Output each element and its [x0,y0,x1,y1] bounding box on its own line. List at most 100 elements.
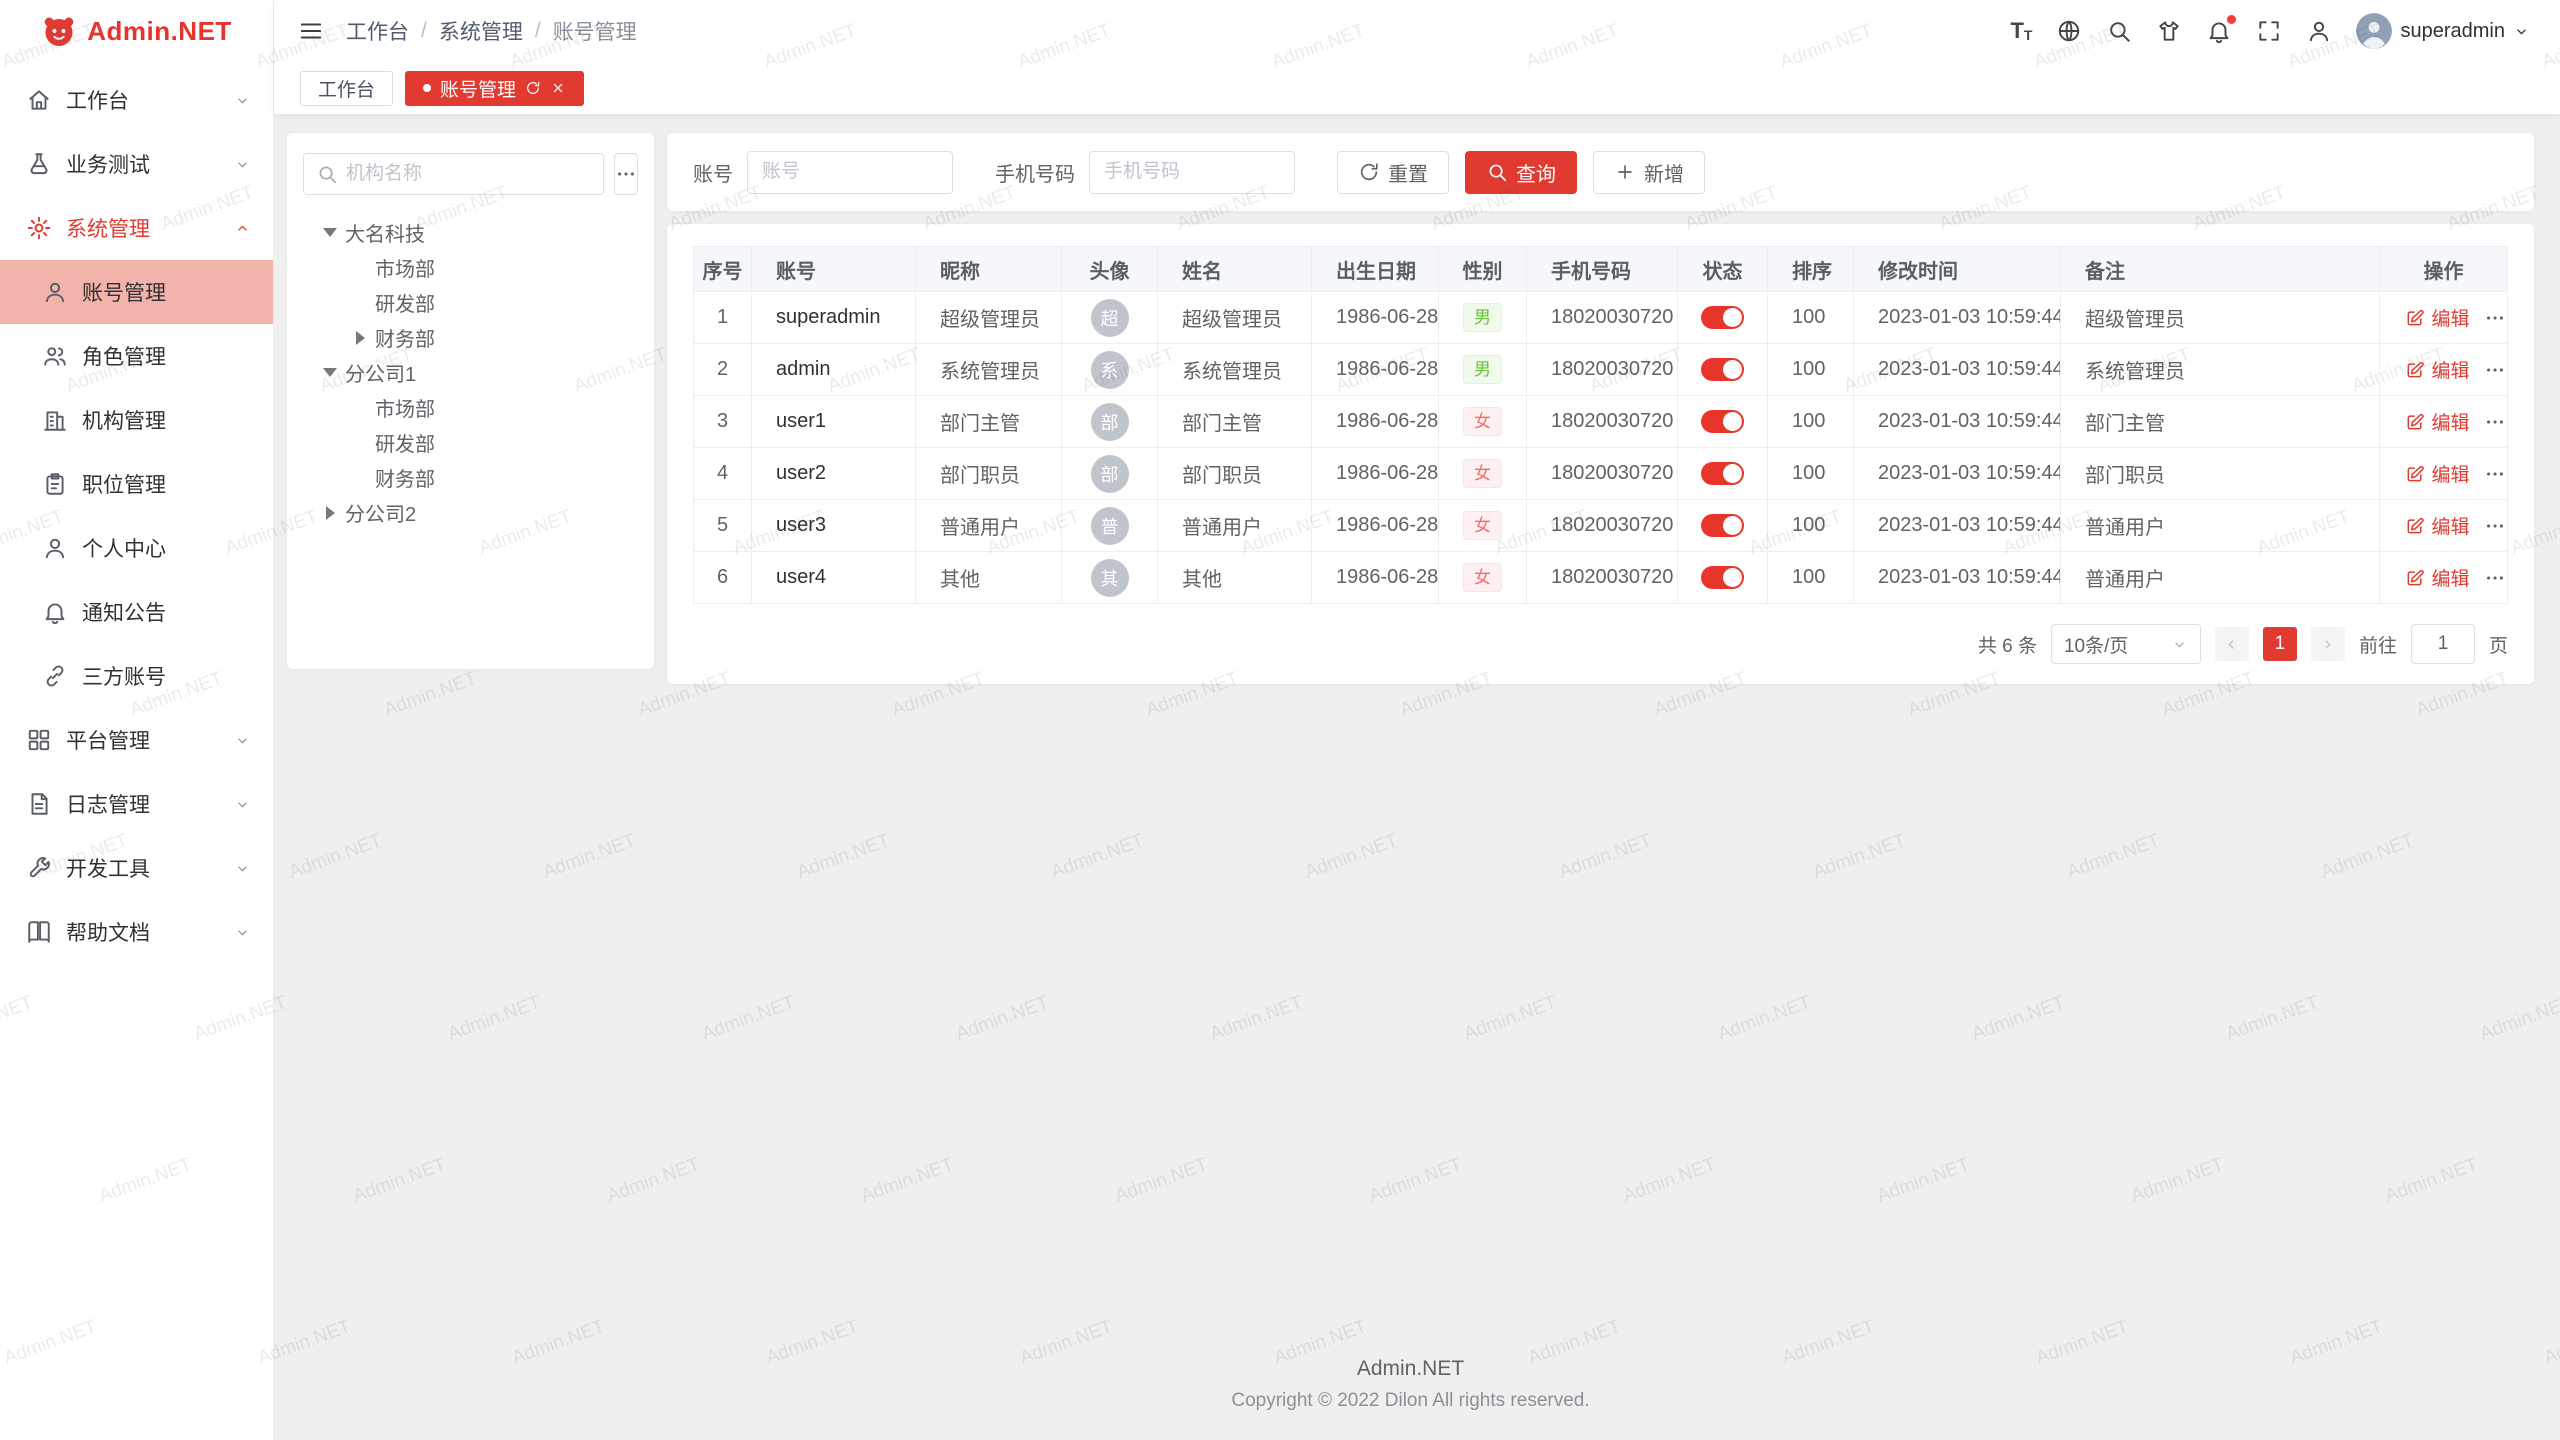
user-menu[interactable]: superadmin [2356,13,2530,49]
tree-node[interactable]: 市场部 [303,250,638,285]
more-icon [615,163,637,185]
more-actions-icon[interactable] [2484,567,2506,589]
status-toggle[interactable] [1701,410,1744,433]
org-search-input[interactable] [346,163,591,185]
edit-icon [2405,516,2425,536]
reset-button[interactable]: 重置 [1337,151,1449,194]
sidebar-item-account-management[interactable]: 账号管理 [0,260,273,324]
cell-name: 其他 [1158,552,1312,604]
status-toggle[interactable] [1701,358,1744,381]
notification-icon[interactable] [2206,18,2232,44]
page-size-select[interactable]: 10条/页 [2051,624,2201,664]
theme-icon[interactable] [2156,18,2182,44]
cell-birth: 1986-06-28 [1312,344,1439,396]
status-toggle[interactable] [1701,306,1744,329]
edit-button[interactable]: 编辑 [2405,512,2469,539]
sidebar-item-org-management[interactable]: 机构管理 [0,388,273,452]
status-toggle[interactable] [1701,462,1744,485]
sidebar-item-notice[interactable]: 通知公告 [0,580,273,644]
layout-user-icon[interactable] [2306,18,2332,44]
cell-index: 2 [694,344,752,396]
menu-collapse-icon[interactable] [298,18,324,44]
search-icon [1486,161,1508,183]
close-icon[interactable] [550,80,566,96]
col-account: 账号 [752,247,916,292]
tree-more-button[interactable] [614,153,638,195]
font-size-icon[interactable]: TT [2010,20,2032,42]
more-actions-icon[interactable] [2484,463,2506,485]
tree-node[interactable]: 财务部 [303,320,638,355]
phone-label: 手机号码 [995,158,1075,187]
sidebar-item-label: 开发工具 [66,853,234,883]
tree-node[interactable]: 研发部 [303,285,638,320]
more-actions-icon[interactable] [2484,515,2506,537]
tree-node[interactable]: 财务部 [303,460,638,495]
chevron-down-icon [234,924,251,941]
edit-button[interactable]: 编辑 [2405,408,2469,435]
row-avatar: 部 [1091,455,1129,493]
cell-avatar: 其 [1062,552,1158,604]
caret-right-icon[interactable] [349,331,371,345]
tree-node[interactable]: 大名科技 [303,215,638,250]
next-page-button[interactable] [2311,627,2345,661]
more-actions-icon[interactable] [2484,307,2506,329]
status-toggle[interactable] [1701,566,1744,589]
sidebar-item-workbench[interactable]: 工作台 [0,68,273,132]
search-button[interactable]: 查询 [1465,151,1577,194]
tree-node[interactable]: 研发部 [303,425,638,460]
fullscreen-icon[interactable] [2256,18,2282,44]
cell-index: 4 [694,448,752,500]
tree-node[interactable]: 分公司2 [303,495,638,530]
page-button-1[interactable]: 1 [2263,627,2297,661]
sidebar-item-system-management[interactable]: 系统管理 [0,196,273,260]
edit-button[interactable]: 编辑 [2405,460,2469,487]
prev-page-button[interactable] [2215,627,2249,661]
logo[interactable]: Admin.NET [0,0,273,62]
caret-right-icon[interactable] [319,506,341,520]
tree-node[interactable]: 市场部 [303,390,638,425]
caret-down-icon[interactable] [319,368,341,377]
tab-workbench[interactable]: 工作台 [300,71,393,106]
phone-input[interactable] [1089,151,1295,194]
row-avatar: 超 [1091,299,1129,337]
edit-button[interactable]: 编辑 [2405,564,2469,591]
breadcrumb-item[interactable]: 系统管理 [439,16,523,46]
refresh-icon[interactable] [525,80,541,96]
search-icon[interactable] [2106,18,2132,44]
sidebar-item-business-test[interactable]: 业务测试 [0,132,273,196]
more-actions-icon[interactable] [2484,411,2506,433]
sidebar-item-platform-management[interactable]: 平台管理 [0,708,273,772]
sidebar-item-position-management[interactable]: 职位管理 [0,452,273,516]
edit-button[interactable]: 编辑 [2405,356,2469,383]
tab-label: 账号管理 [440,75,516,102]
tree-node[interactable]: 分公司1 [303,355,638,390]
gender-tag: 女 [1463,563,1502,593]
caret-down-icon[interactable] [319,228,341,237]
language-icon[interactable] [2056,18,2082,44]
grid-icon [26,727,52,753]
sidebar-item-profile-center[interactable]: 个人中心 [0,516,273,580]
footer-copyright: Copyright © 2022 Dilon All rights reserv… [287,1390,2534,1412]
sidebar-item-help-docs[interactable]: 帮助文档 [0,900,273,964]
building-icon [42,407,68,433]
status-toggle[interactable] [1701,514,1744,537]
account-input[interactable] [747,151,953,194]
sidebar-item-dev-tools[interactable]: 开发工具 [0,836,273,900]
person-icon [42,535,68,561]
sidebar-item-role-management[interactable]: 角色管理 [0,324,273,388]
active-dot [423,84,431,92]
cell-name: 普通用户 [1158,500,1312,552]
sidebar-item-log-management[interactable]: 日志管理 [0,772,273,836]
cell-remark: 部门职员 [2061,448,2380,500]
goto-page-input[interactable] [2411,624,2475,664]
breadcrumb-item[interactable]: 工作台 [346,16,409,46]
more-actions-icon[interactable] [2484,359,2506,381]
breadcrumb-separator: / [421,19,427,43]
edit-button[interactable]: 编辑 [2405,304,2469,331]
sidebar-item-third-party-account[interactable]: 三方账号 [0,644,273,708]
cell-nickname: 其他 [916,552,1062,604]
tab-account-management[interactable]: 账号管理 [405,71,584,106]
add-button[interactable]: 新增 [1593,151,1705,194]
edit-icon [2405,412,2425,432]
cell-account: user2 [752,448,916,500]
